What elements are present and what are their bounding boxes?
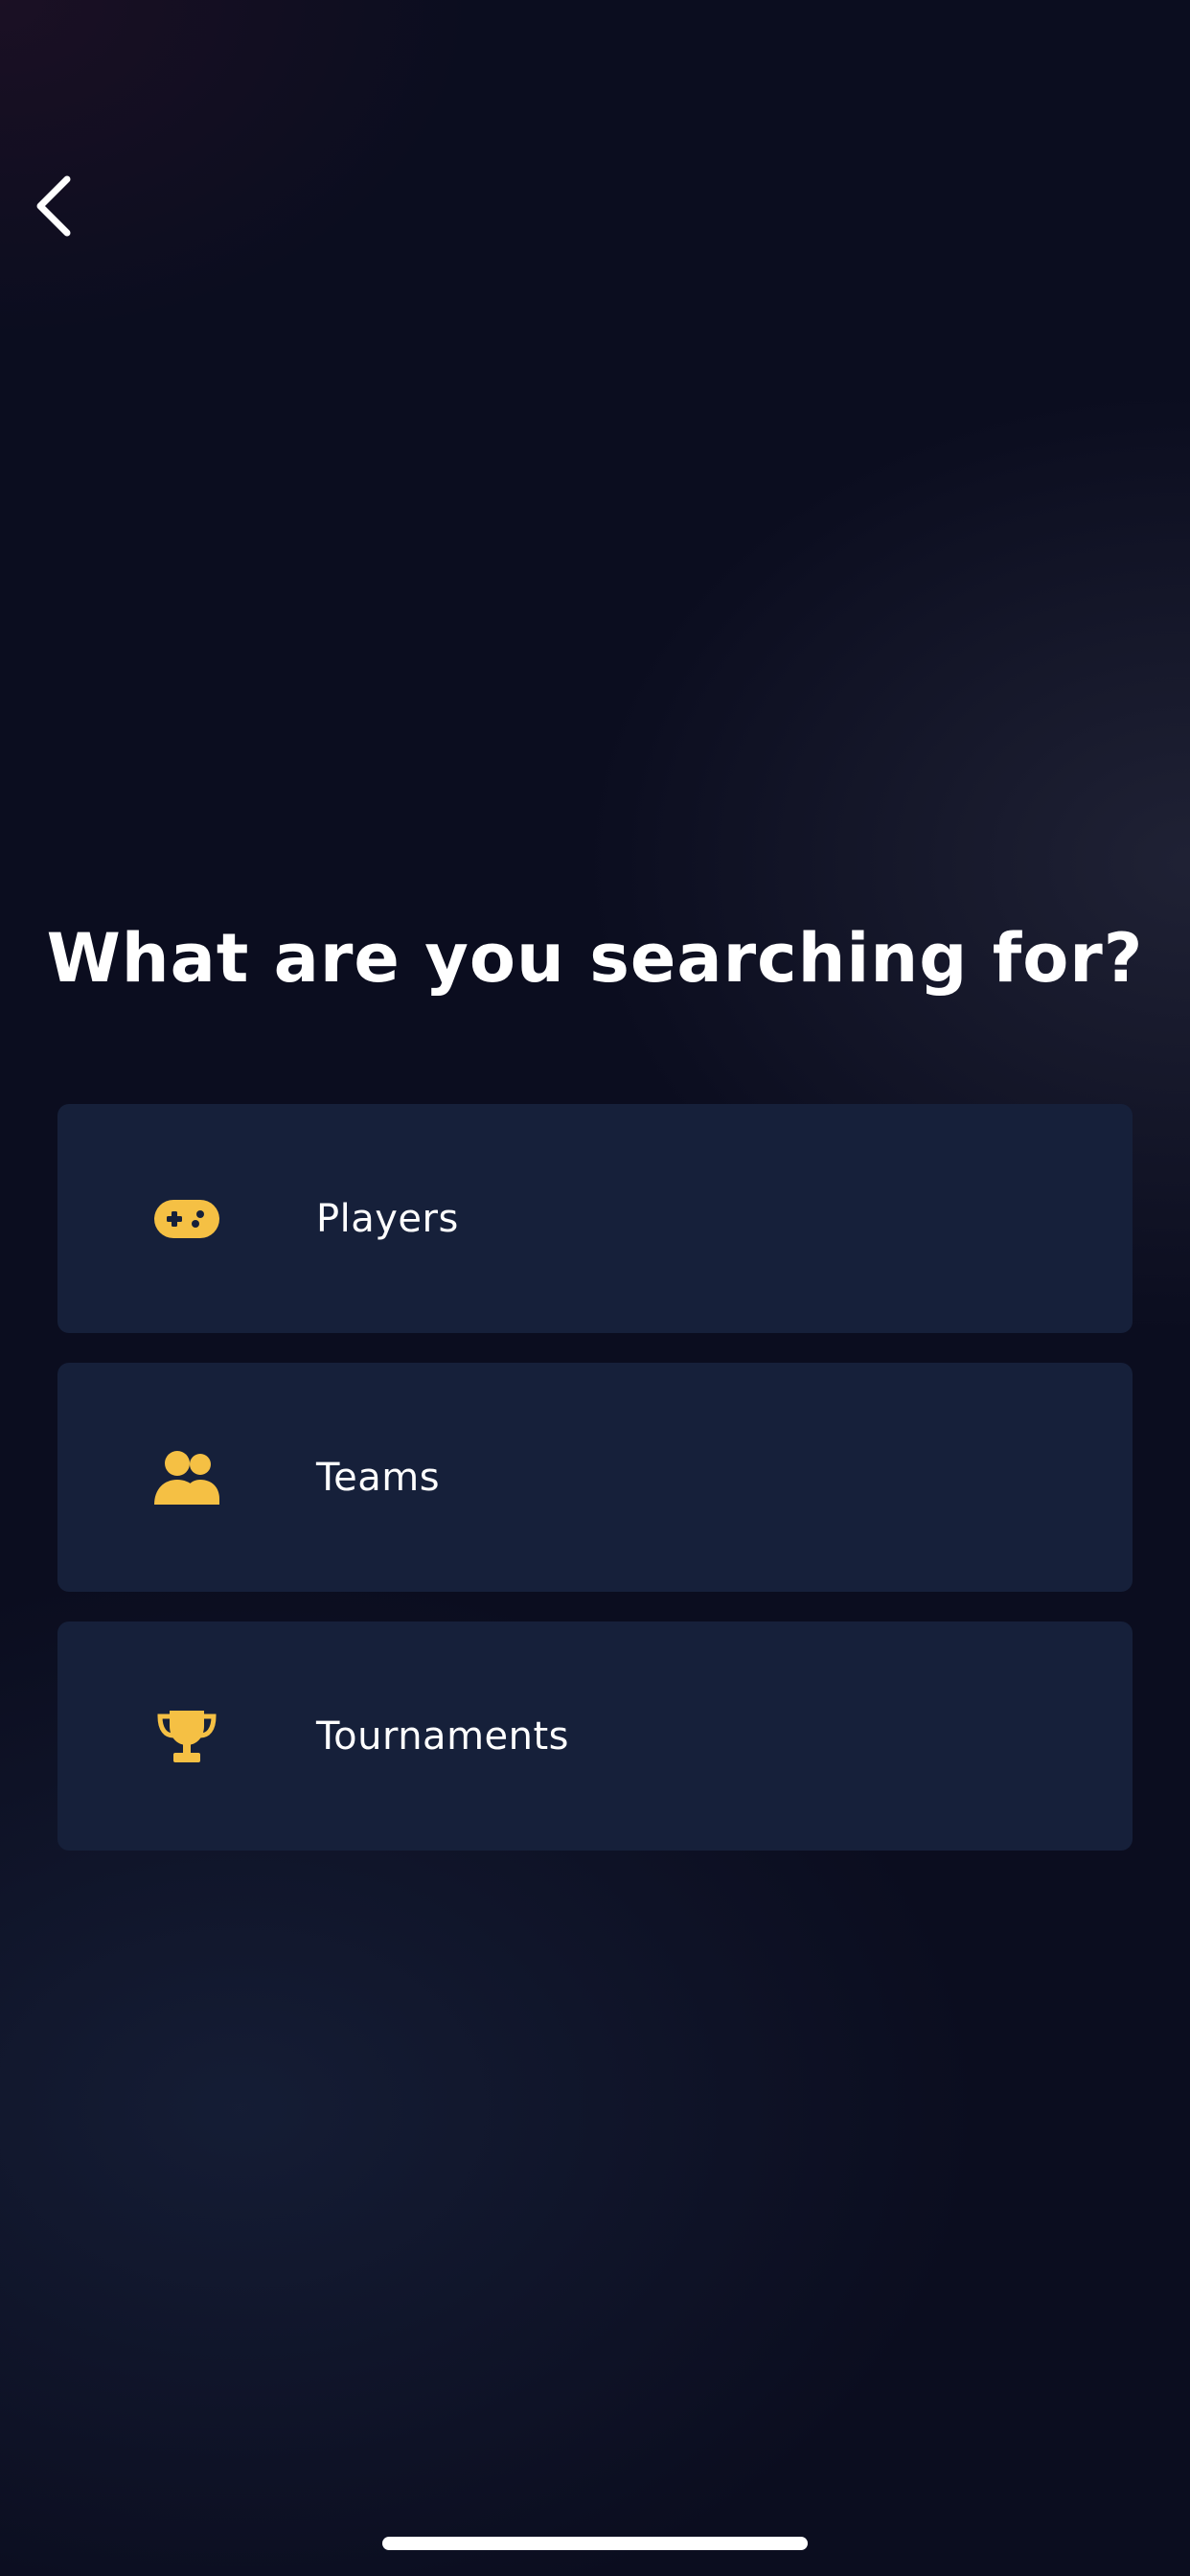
option-label: Players — [316, 1196, 459, 1241]
option-tournaments[interactable]: Tournaments — [57, 1622, 1133, 1851]
home-indicator[interactable] — [382, 2537, 808, 2550]
option-teams[interactable]: Teams — [57, 1363, 1133, 1592]
users-icon — [153, 1444, 220, 1511]
back-button[interactable] — [34, 168, 96, 244]
trophy-icon — [153, 1703, 220, 1770]
gamepad-icon — [153, 1185, 220, 1253]
option-players[interactable]: Players — [57, 1104, 1133, 1333]
search-options-list: Players Teams Tournaments — [57, 1104, 1133, 1880]
page-title: What are you searching for? — [46, 919, 1144, 998]
option-label: Tournaments — [316, 1714, 570, 1759]
option-label: Teams — [316, 1455, 441, 1500]
chevron-left-icon — [34, 175, 73, 237]
